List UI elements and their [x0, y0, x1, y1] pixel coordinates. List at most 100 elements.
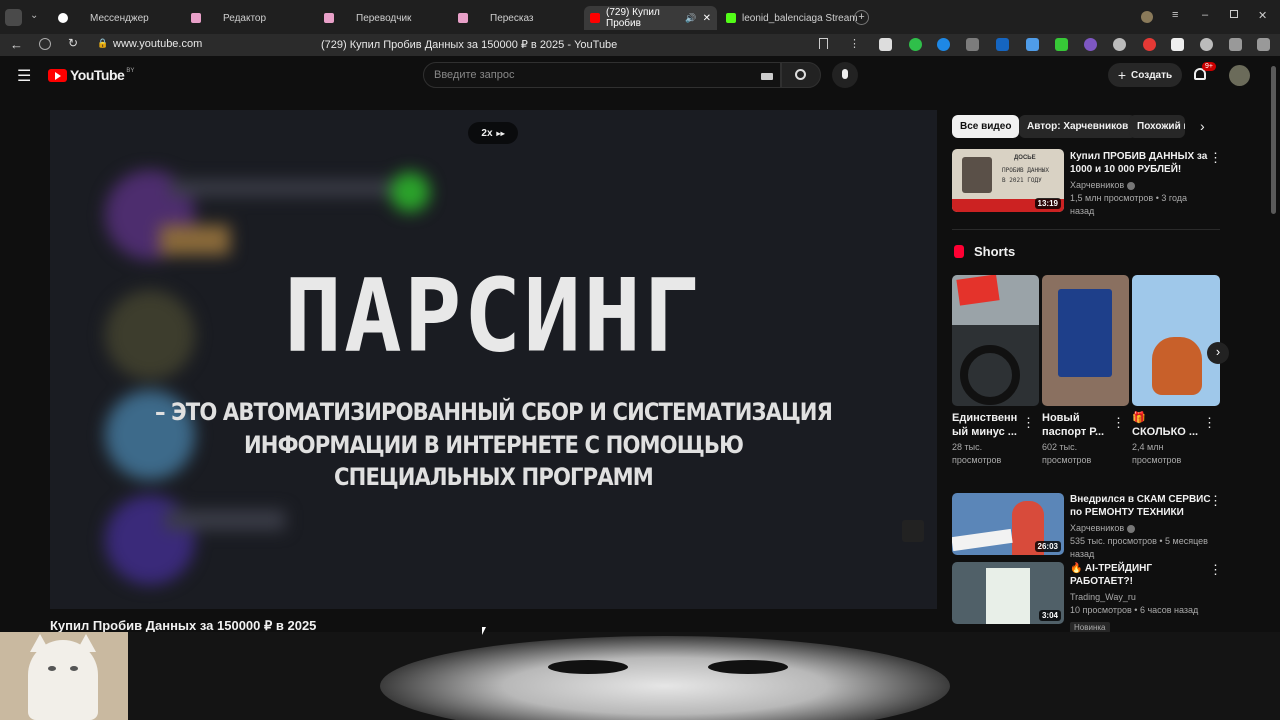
- rec-info[interactable]: 🔥 AI-ТРЕЙДИНГ РАБОТАЕТ?! Trading_Way_ru …: [1070, 562, 1210, 635]
- tab-editor[interactable]: Редактор: [191, 6, 266, 30]
- search-button[interactable]: [781, 62, 821, 88]
- youtube-logo[interactable]: YouTube BY: [48, 67, 134, 83]
- more-actions-icon[interactable]: ⋮: [1022, 416, 1035, 429]
- short-info[interactable]: Единственн ый минус ... 28 тыс. просмотр…: [952, 411, 1027, 467]
- video-player[interactable]: 2x ▸▸ ПАРСИНГ – ЭТО АВТОМАТИЗИРОВАННЫЙ С…: [50, 110, 937, 609]
- minimize-icon[interactable]: –: [1202, 9, 1208, 21]
- region-label: BY: [126, 68, 135, 74]
- duration-badge: 3:04: [1038, 610, 1061, 621]
- extension-qr-icon[interactable]: [879, 38, 892, 51]
- short-thumbnail[interactable]: [952, 275, 1039, 406]
- hamburger-icon[interactable]: ☰: [17, 66, 31, 86]
- tab-retell[interactable]: Пересказ: [458, 6, 534, 30]
- extension-drop-icon[interactable]: [1113, 38, 1126, 51]
- extension-copy-icon[interactable]: [1229, 38, 1242, 51]
- browser-menu-icon[interactable]: [5, 9, 22, 26]
- reload-icon[interactable]: ↻: [68, 36, 78, 50]
- extension-red-icon[interactable]: [1143, 38, 1156, 51]
- rec-thumbnail[interactable]: 26:03: [952, 493, 1064, 555]
- short-thumbnail[interactable]: [1042, 275, 1129, 406]
- tab-label: Переводчик: [356, 12, 412, 24]
- chips-next-icon[interactable]: ›: [1200, 118, 1205, 134]
- close-window-icon[interactable]: ✕: [1258, 9, 1267, 22]
- tab-label: leonid_balenciaga Stream: [742, 12, 858, 24]
- more-actions-icon[interactable]: ⋮: [1203, 416, 1216, 429]
- tab-messenger[interactable]: Мессенджер: [58, 6, 149, 30]
- profile-avatar-icon[interactable]: [1141, 11, 1153, 23]
- avatar[interactable]: [1229, 65, 1250, 86]
- rec-thumbnail[interactable]: ДОСЬЕ ПРОБИВ ДАННЫХ В 2021 ГОДУ 13:19: [952, 149, 1064, 212]
- translator-icon: [324, 13, 334, 23]
- more-actions-icon[interactable]: ⋮: [1209, 494, 1222, 507]
- more-icon[interactable]: ⋮: [849, 37, 860, 50]
- voice-search-button[interactable]: [832, 62, 858, 88]
- more-actions-icon[interactable]: ⋮: [1209, 563, 1222, 576]
- cat-ear: [30, 634, 50, 652]
- thumb-text: ПРОБИВ ДАННЫХ: [1002, 167, 1049, 174]
- chip-all-videos[interactable]: Все видео: [952, 115, 1020, 138]
- tab-label: (729) Купил Пробив: [606, 7, 660, 29]
- thumb-passport: [1058, 289, 1112, 377]
- rec-channel: Trading_Way_ru: [1070, 592, 1136, 602]
- back-icon[interactable]: ←: [10, 37, 23, 52]
- chip-author[interactable]: Автор: Харчевников: [1019, 115, 1137, 138]
- rec-meta: 10 просмотров • 6 часов назад: [1070, 605, 1199, 615]
- extension-grid-icon[interactable]: [1055, 38, 1068, 51]
- mouse-cursor-icon: [482, 627, 486, 635]
- rec-thumbnail[interactable]: 3:04: [952, 562, 1064, 624]
- extension-s-icon[interactable]: [937, 38, 950, 51]
- menu-icon[interactable]: ≡: [1172, 9, 1178, 21]
- messenger-icon: [58, 13, 68, 23]
- tab-label: Мессенджер: [90, 12, 149, 24]
- page-scrollbar[interactable]: [1271, 66, 1276, 214]
- url-text[interactable]: www.youtube.com: [113, 38, 202, 50]
- short-thumbnail[interactable]: [1132, 275, 1220, 406]
- rec-meta: 535 тыс. просмотров • 5 месяцев назад: [1070, 536, 1208, 559]
- create-label: Создать: [1131, 69, 1173, 81]
- duration-badge: 26:03: [1034, 541, 1061, 552]
- tab-stream[interactable]: leonid_balenciaga Stream: [726, 6, 858, 30]
- chip-similar[interactable]: Похожий к: [1129, 115, 1185, 138]
- tab-youtube-active[interactable]: (729) Купил Пробив 🔊 ✕: [584, 6, 717, 30]
- short-info[interactable]: Новый паспорт Р... 602 тыс. просмотров: [1042, 411, 1117, 467]
- speaker-icon[interactable]: 🔊: [685, 13, 696, 24]
- short-title: СКОЛЬКО ...: [1132, 426, 1199, 438]
- rec-title: 1000 и 10 000 РУБЛЕЙ!: [1070, 164, 1182, 175]
- rec-info[interactable]: Купил ПРОБИВ ДАННЫХ за 1000 и 10 000 РУБ…: [1070, 150, 1210, 218]
- thumb-banner: [952, 528, 1013, 552]
- youtube-page: ☰ YouTube BY Введите запрос + Создать 9+: [0, 56, 1280, 720]
- short-title: паспорт Р...: [1042, 426, 1105, 438]
- overlay-line-3: СПЕЦИАЛЬНЫХ ПРОГРАММ: [334, 463, 654, 491]
- tab-translator[interactable]: Переводчик: [324, 6, 411, 30]
- player-side-icon[interactable]: [902, 520, 924, 542]
- more-actions-icon[interactable]: ⋮: [1112, 416, 1125, 429]
- extension-translate-icon[interactable]: [1026, 38, 1039, 51]
- search-input[interactable]: Введите запрос: [423, 62, 781, 88]
- extension-vk-icon[interactable]: [966, 38, 979, 51]
- thumb-person: [962, 157, 992, 193]
- extension-c-icon[interactable]: [1084, 38, 1097, 51]
- extension-shield-icon[interactable]: [996, 38, 1009, 51]
- more-actions-icon[interactable]: ⋮: [1209, 151, 1222, 164]
- extension-puzzle-icon[interactable]: [1171, 38, 1184, 51]
- extension-play-icon[interactable]: [1200, 38, 1213, 51]
- shield-icon[interactable]: [39, 38, 51, 50]
- playback-speed-badge: 2x ▸▸: [468, 122, 518, 144]
- mask-eye: [708, 660, 788, 674]
- create-button[interactable]: + Создать: [1108, 63, 1182, 87]
- bookmark-icon[interactable]: [819, 38, 828, 49]
- extension-chat-icon[interactable]: [909, 38, 922, 51]
- rec-info[interactable]: Внедрился в СКАМ СЕРВИС по РЕМОНТУ ТЕХНИ…: [1070, 493, 1220, 561]
- downloads-icon[interactable]: [1257, 38, 1270, 51]
- short-info[interactable]: 🎁 СКОЛЬКО ... 2,4 млн просмотров: [1132, 411, 1207, 467]
- new-tab-icon[interactable]: +: [854, 10, 869, 25]
- shorts-next-button[interactable]: ›: [1207, 342, 1229, 364]
- short-title: Новый: [1042, 412, 1080, 424]
- overlay-heading: ПАРСИНГ: [284, 257, 703, 375]
- notifications-button[interactable]: 9+: [1194, 62, 1216, 80]
- close-tab-icon[interactable]: ✕: [703, 13, 711, 24]
- maximize-icon[interactable]: [1230, 10, 1238, 18]
- tabs-dropdown-icon[interactable]: ⌄: [30, 10, 38, 21]
- keyboard-icon[interactable]: [761, 73, 773, 80]
- logo-text: YouTube: [70, 67, 125, 83]
